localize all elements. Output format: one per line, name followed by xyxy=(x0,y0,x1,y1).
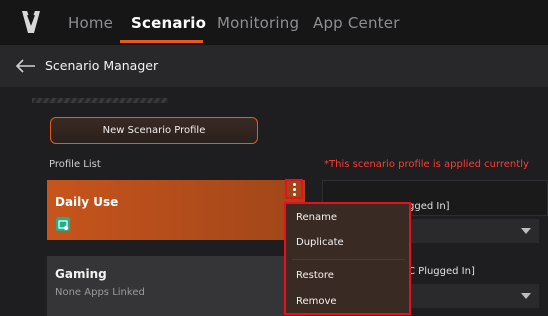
menu-item-restore[interactable]: Restore xyxy=(296,270,334,281)
decorative-hatch xyxy=(32,98,168,103)
more-options-icon[interactable] xyxy=(285,179,303,199)
page-title: Scenario Manager xyxy=(45,58,159,73)
nav-monitoring[interactable]: Monitoring xyxy=(217,14,299,32)
chevron-down-icon xyxy=(521,293,531,299)
linked-app-icon xyxy=(56,217,70,231)
menu-divider xyxy=(292,259,405,260)
setting-dropdown-2[interactable] xyxy=(403,284,539,308)
setting-label-1: gged In] xyxy=(408,201,450,212)
profile-subtitle: None Apps Linked xyxy=(55,287,145,298)
nav-app-center[interactable]: App Center xyxy=(313,14,400,32)
top-nav: Home Scenario Monitoring App Center xyxy=(0,0,548,45)
active-tab-indicator xyxy=(120,40,203,43)
setting-label-2: C Plugged In] xyxy=(408,266,475,277)
menu-item-rename[interactable]: Rename xyxy=(296,212,337,223)
profile-name: Daily Use xyxy=(55,195,119,209)
menu-item-duplicate[interactable]: Duplicate xyxy=(296,237,344,248)
profile-list-label: Profile List xyxy=(49,159,101,170)
profile-card-gaming[interactable]: Gaming None Apps Linked xyxy=(47,256,305,316)
nav-home[interactable]: Home xyxy=(68,14,113,32)
predator-logo-icon xyxy=(22,11,40,33)
new-scenario-profile-button[interactable]: New Scenario Profile xyxy=(50,117,258,144)
setting-dropdown-1[interactable] xyxy=(403,219,539,243)
nav-scenario[interactable]: Scenario xyxy=(131,14,206,32)
chevron-down-icon xyxy=(521,228,531,234)
profile-card-daily-use[interactable]: Daily Use xyxy=(47,180,305,240)
page-header: Scenario Manager xyxy=(0,45,548,87)
profile-name: Gaming xyxy=(55,267,107,281)
applied-note: *This scenario profile is applied curren… xyxy=(324,159,529,170)
back-arrow-icon[interactable] xyxy=(16,59,36,73)
menu-item-remove[interactable]: Remove xyxy=(296,296,337,307)
profile-context-menu: Rename Duplicate Restore Remove xyxy=(284,202,411,315)
